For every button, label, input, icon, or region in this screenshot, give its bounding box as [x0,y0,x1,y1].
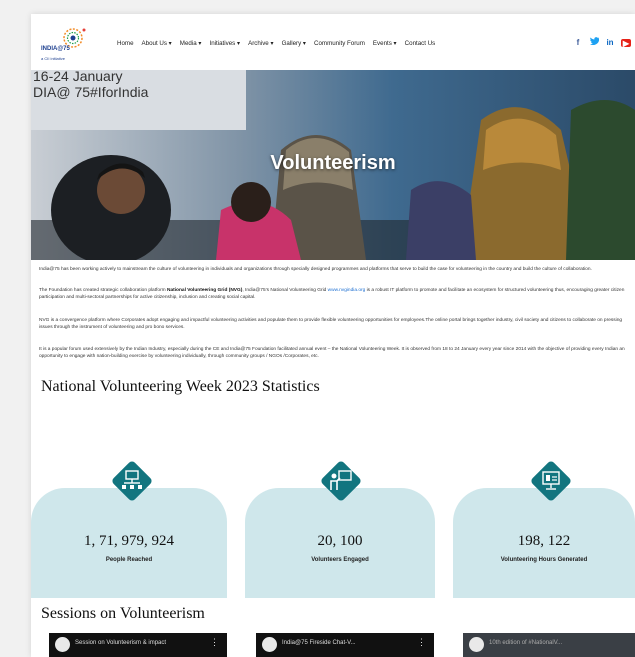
intro-paragraph-3: NVG is a convergence platform where Corp… [39,318,623,330]
social-links: f in ▶ [573,37,631,48]
hero-banner: 16-24 January DIA@ 75#IforIndia Voluntee… [31,70,635,260]
paragraph-2-text-b: , India@75’s National Volunteering Grid [242,288,328,293]
logo-brand-text: INDIA@75 [41,46,70,52]
stat-value-volunteers-engaged: 20, 100 [317,533,363,549]
site-header: INDIA@75 a CII initiative Home About Us … [31,14,635,70]
hero-board-line-1: 16-24 January [33,70,123,84]
hero-banner-text: 16-24 January DIA@ 75#IforIndia [33,70,148,100]
more-options-icon[interactable]: ⋮ [210,638,219,647]
nav-item-events[interactable]: Events ▾ [373,40,397,47]
sessions-heading: Sessions on Volunteerism [41,605,205,622]
nav-item-media[interactable]: Media ▾ [180,40,202,47]
paragraph-2-text-a: The Foundation has created strategic col… [39,288,167,293]
intro-paragraph-4: It is a popular forum used extensively b… [39,347,625,359]
nav-item-initiatives[interactable]: Initiatives ▾ [209,40,240,47]
main-nav: Home About Us ▾ Media ▾ Initiatives ▾ Ar… [117,40,443,47]
facebook-icon[interactable]: f [573,38,583,48]
nav-item-archive[interactable]: Archive ▾ [248,40,273,47]
stat-value-people-reached: 1, 71, 979, 924 [84,533,174,549]
video-title-2: India@75 Fireside Chat-V... [282,640,356,646]
video-title-1: Session on Volunteerism & impact [75,640,167,646]
video-title-3: 10th edition of #NationalV... [489,640,563,646]
logo-tagline: a CII initiative [41,56,66,61]
more-options-icon[interactable]: ⋮ [417,638,426,647]
linkedin-icon[interactable]: in [605,38,615,48]
nav-item-about-us[interactable]: About Us ▾ [142,40,172,47]
page: INDIA@75 a CII initiative Home About Us … [31,14,635,657]
video-thumbnail-2[interactable]: India@75 Fireside Chat-V... ⋮ [256,633,434,657]
stat-value-volunteering-hours: 198, 122 [517,533,571,549]
hero-board-line-2: DIA@ 75#IforIndia [33,84,149,100]
presenter-icon [321,461,361,501]
nav-item-community-forum[interactable]: Community Forum [314,40,365,47]
presentation-screen-icon [531,461,571,501]
stat-label-volunteers-engaged: Volunteers Engaged [311,557,369,563]
stats-heading: National Volunteering Week 2023 Statisti… [41,378,320,395]
channel-avatar [469,637,484,652]
intro-paragraph-1: India@75 has been working actively to ma… [39,267,592,272]
nav-item-gallery[interactable]: Gallery ▾ [282,40,306,47]
channel-avatar [55,637,70,652]
intro-paragraph-2: The Foundation has created strategic col… [39,287,633,301]
video-thumbnail-3[interactable]: 10th edition of #NationalV... [463,633,635,657]
nav-item-home[interactable]: Home [117,40,134,47]
nvgindia-link[interactable]: www.nvgindia.org [328,288,366,293]
twitter-icon[interactable] [589,37,599,48]
youtube-icon[interactable]: ▶ [621,38,631,48]
stat-label-volunteering-hours: Volunteering Hours Generated [500,557,588,563]
nav-item-contact-us[interactable]: Contact Us [405,40,436,47]
india-at-75-logo[interactable]: INDIA@75 a CII initiative [39,26,101,66]
network-icon [112,461,152,501]
stat-label-people-reached: People Reached [105,557,153,563]
nvg-bold-text: National Volunteering Grid (NVG) [167,288,243,293]
channel-avatar [262,637,277,652]
video-thumbnail-1[interactable]: Session on Volunteerism & impact ⋮ [49,633,227,657]
page-title: Volunteerism [270,152,396,174]
